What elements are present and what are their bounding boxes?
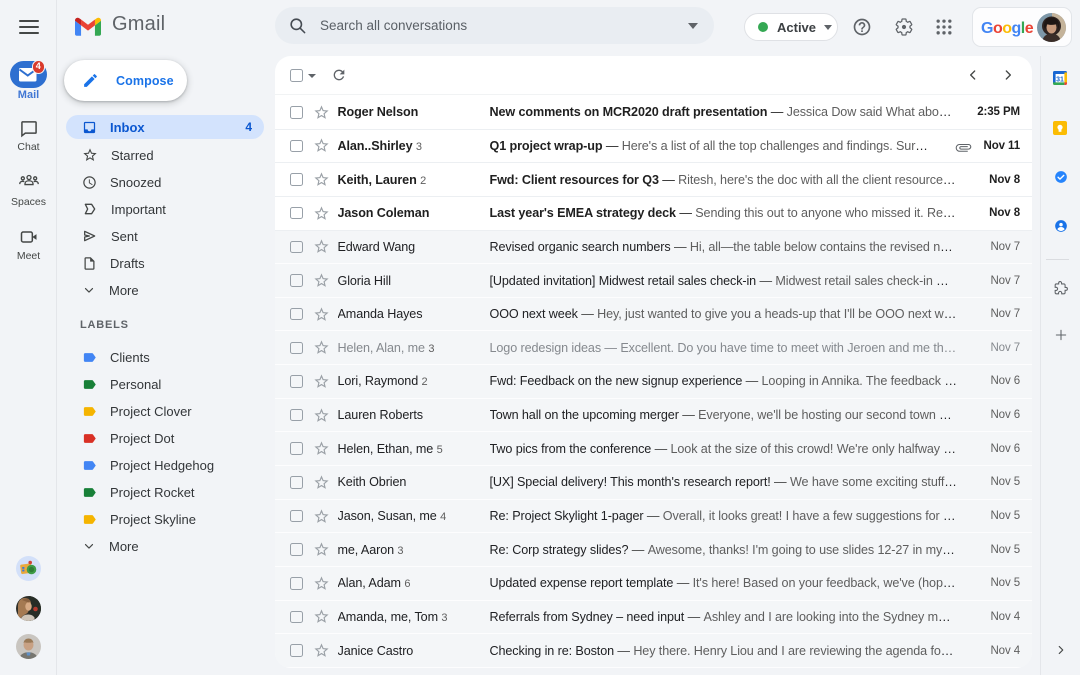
svg-text:31: 31 xyxy=(1056,76,1064,83)
